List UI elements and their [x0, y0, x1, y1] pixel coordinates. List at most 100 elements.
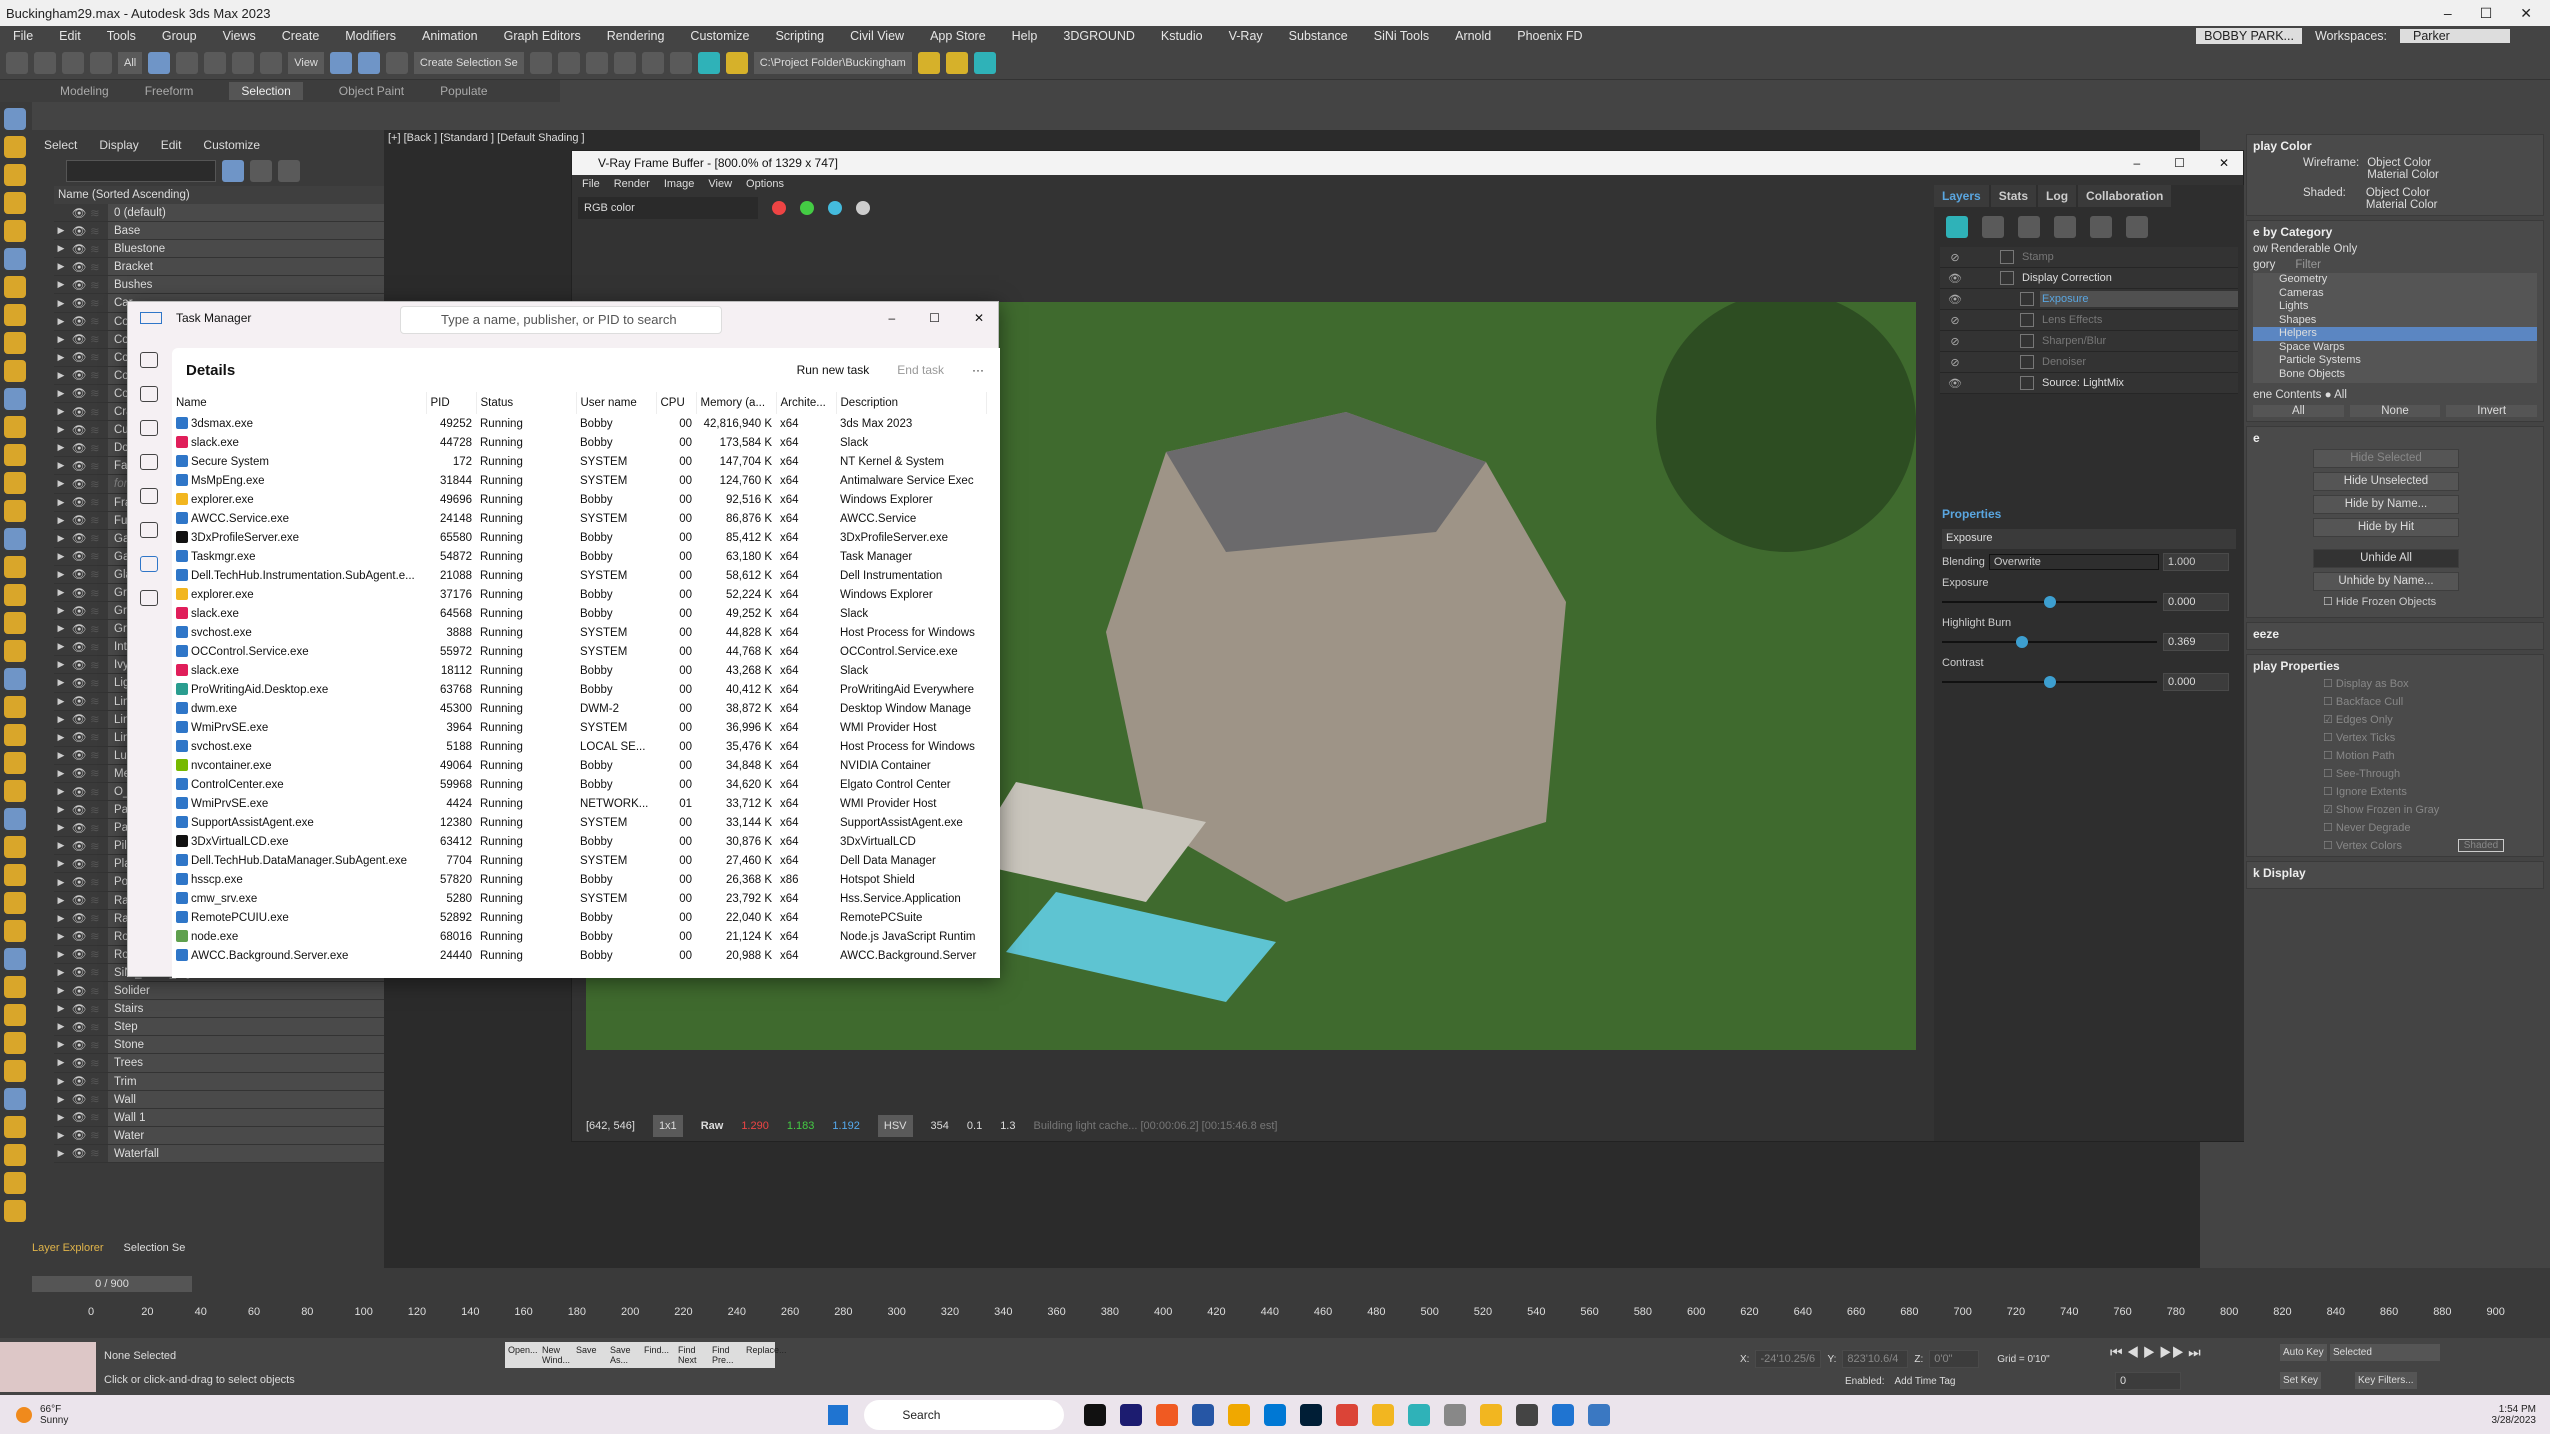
column-header[interactable]: Name	[172, 392, 427, 414]
menu-substance[interactable]: Substance	[1276, 29, 1361, 43]
layer-name[interactable]: Solider	[108, 982, 384, 1000]
expand-icon[interactable]: ▶	[54, 243, 68, 254]
eye-off-icon[interactable]: ⊘	[1940, 356, 1970, 369]
vfb-layer-name[interactable]: Source: LightMix	[2040, 375, 2238, 391]
name-column-header[interactable]: Name (Sorted Ascending)	[54, 186, 384, 204]
process-row[interactable]: ControlCenter.exe 59968 Running Bobby 00 34,6…	[172, 775, 986, 794]
taskbar-app-icon[interactable]	[1444, 1403, 1467, 1426]
command-icon[interactable]	[4, 276, 26, 298]
visibility-eye-icon[interactable]: 👁	[68, 567, 90, 581]
menu-rendering[interactable]: Rendering	[594, 29, 678, 43]
visibility-eye-icon[interactable]: 👁	[68, 875, 90, 889]
expand-icon[interactable]: ▶	[54, 1076, 68, 1087]
shaded-material-color-radio[interactable]: Material Color	[2366, 199, 2438, 211]
taskbar-app-icon[interactable]	[1372, 1403, 1395, 1426]
layer-stack-icon[interactable]: ≋	[90, 929, 108, 943]
layer-row[interactable]: ▶ 👁 ≋ Trim	[54, 1072, 384, 1091]
add-time-tag-button[interactable]: Add Time Tag	[1894, 1376, 1955, 1387]
rollout-title[interactable]: e by Category	[2253, 225, 2537, 239]
slider-value[interactable]: 0.000	[2163, 593, 2229, 611]
visibility-eye-icon[interactable]: 👁	[68, 441, 90, 455]
vfb-tab-layers[interactable]: Layers	[1934, 185, 1989, 207]
rollout-title[interactable]: k Display	[2253, 866, 2537, 880]
more-options-button[interactable]: ···	[972, 363, 984, 377]
layer-row[interactable]: ▶ 👁 ≋ Base	[54, 222, 384, 241]
layer-stack-icon[interactable]: ≋	[90, 441, 108, 455]
layer-stack-icon[interactable]: ≋	[90, 405, 108, 419]
layer-name[interactable]: Base	[108, 222, 384, 240]
visibility-eye-icon[interactable]: 👁	[68, 766, 90, 780]
expand-icon[interactable]: ▶	[54, 895, 68, 906]
vfb-close-button[interactable]: ✕	[2219, 156, 2229, 170]
playback-controls[interactable]: ⏮ ◀ ▶ ▶▶ ⏭	[2110, 1344, 2201, 1361]
visibility-eye-icon[interactable]: 👁	[68, 1038, 90, 1052]
load-layers-icon[interactable]	[2054, 216, 2076, 238]
zoom-dropdown[interactable]: 1x1	[652, 1115, 683, 1137]
command-icon[interactable]	[4, 976, 26, 998]
layer-name[interactable]: Waterfall	[108, 1144, 384, 1162]
command-icon[interactable]	[4, 220, 26, 242]
visibility-eye-icon[interactable]: 👁	[68, 965, 90, 979]
layer-stack-icon[interactable]: ≋	[90, 242, 108, 256]
expand-icon[interactable]: ▶	[54, 261, 68, 272]
maxscript-listener[interactable]	[0, 1342, 96, 1392]
command-icon[interactable]	[4, 1004, 26, 1026]
visibility-eye-icon[interactable]: 👁	[68, 821, 90, 835]
expand-icon[interactable]: ▶	[54, 768, 68, 779]
layer-stack-icon[interactable]: ≋	[90, 278, 108, 292]
command-icon[interactable]	[4, 416, 26, 438]
expand-icon[interactable]: ▶	[54, 225, 68, 236]
project-folder-dropdown[interactable]: C:\Project Folder\Buckingham	[753, 51, 912, 74]
menu-create[interactable]: Create	[269, 29, 333, 43]
visibility-eye-icon[interactable]: 👁	[68, 386, 90, 400]
layer-name[interactable]: 0 (default)	[108, 204, 384, 222]
vfb-tab-stats[interactable]: Stats	[1990, 185, 2037, 207]
alpha-channel-button[interactable]	[856, 201, 870, 215]
taskbar-app-icon[interactable]	[1480, 1403, 1503, 1426]
process-row[interactable]: MsMpEng.exe 31844 Running SYSTEM 00 124,760 K…	[172, 471, 986, 490]
explorer-menu-display[interactable]: Display	[99, 138, 138, 152]
filter-icon[interactable]	[222, 160, 244, 182]
time-tag-enabled[interactable]: Enabled:	[1845, 1376, 1884, 1387]
visibility-eye-icon[interactable]: 👁	[68, 1110, 90, 1124]
visibility-eye-icon[interactable]: 👁	[68, 947, 90, 961]
y-coord-field[interactable]: 823'10.6/4	[1842, 1350, 1909, 1368]
vfb-layer-row[interactable]: ⊘ Lens Effects	[1940, 310, 2238, 331]
undo-icon[interactable]	[6, 51, 28, 74]
process-row[interactable]: cmw_srv.exe 5280 Running SYSTEM 00 23,792 K x6…	[172, 889, 986, 908]
category-all-button[interactable]: All	[2253, 405, 2344, 417]
taskbar-search[interactable]: Search	[864, 1399, 1065, 1430]
command-icon[interactable]	[4, 864, 26, 886]
menu-graph-editors[interactable]: Graph Editors	[491, 29, 594, 43]
vfb-menu-options[interactable]: Options	[746, 178, 784, 190]
startup-apps-icon[interactable]	[140, 488, 158, 504]
menu-3dground[interactable]: 3DGROUND	[1050, 29, 1148, 43]
expand-icon[interactable]: ▶	[54, 551, 68, 562]
maximize-button[interactable]: ☐	[2480, 5, 2493, 22]
layer-name[interactable]: Trees	[108, 1054, 384, 1072]
process-row[interactable]: svchost.exe 5188 Running LOCAL SE... 00 35,47…	[172, 737, 986, 756]
explorer-menu-edit[interactable]: Edit	[161, 138, 182, 152]
save-layers-icon[interactable]	[2018, 216, 2040, 238]
tm-close-button[interactable]: ✕	[974, 311, 984, 325]
hide-frozen-checkbox[interactable]: Hide Frozen Objects	[2336, 596, 2436, 608]
layer-stack-icon[interactable]: ≋	[90, 604, 108, 618]
command-icon[interactable]	[4, 472, 26, 494]
display-property-checkbox[interactable]: ☐ Display as Box	[2253, 677, 2537, 695]
rollout-title[interactable]: play Color	[2253, 139, 2537, 153]
list-icon[interactable]	[2090, 216, 2112, 238]
layer-stack-icon[interactable]: ≋	[90, 549, 108, 563]
layer-stack-icon[interactable]: ≋	[90, 694, 108, 708]
minimize-button[interactable]: –	[2444, 5, 2452, 22]
expand-icon[interactable]: ▶	[54, 569, 68, 580]
expand-icon[interactable]: ▶	[54, 714, 68, 725]
visibility-eye-icon[interactable]: 👁	[68, 278, 90, 292]
command-icon[interactable]	[4, 108, 26, 130]
layer-name[interactable]: Stone	[108, 1036, 384, 1054]
menu-sini-tools[interactable]: SiNi Tools	[1361, 29, 1442, 43]
blue-channel-button[interactable]	[828, 201, 842, 215]
lock-icon[interactable]	[250, 160, 272, 182]
ribbon-tab-populate[interactable]: Populate	[440, 84, 487, 98]
command-icon[interactable]	[4, 668, 26, 690]
command-icon[interactable]	[4, 836, 26, 858]
